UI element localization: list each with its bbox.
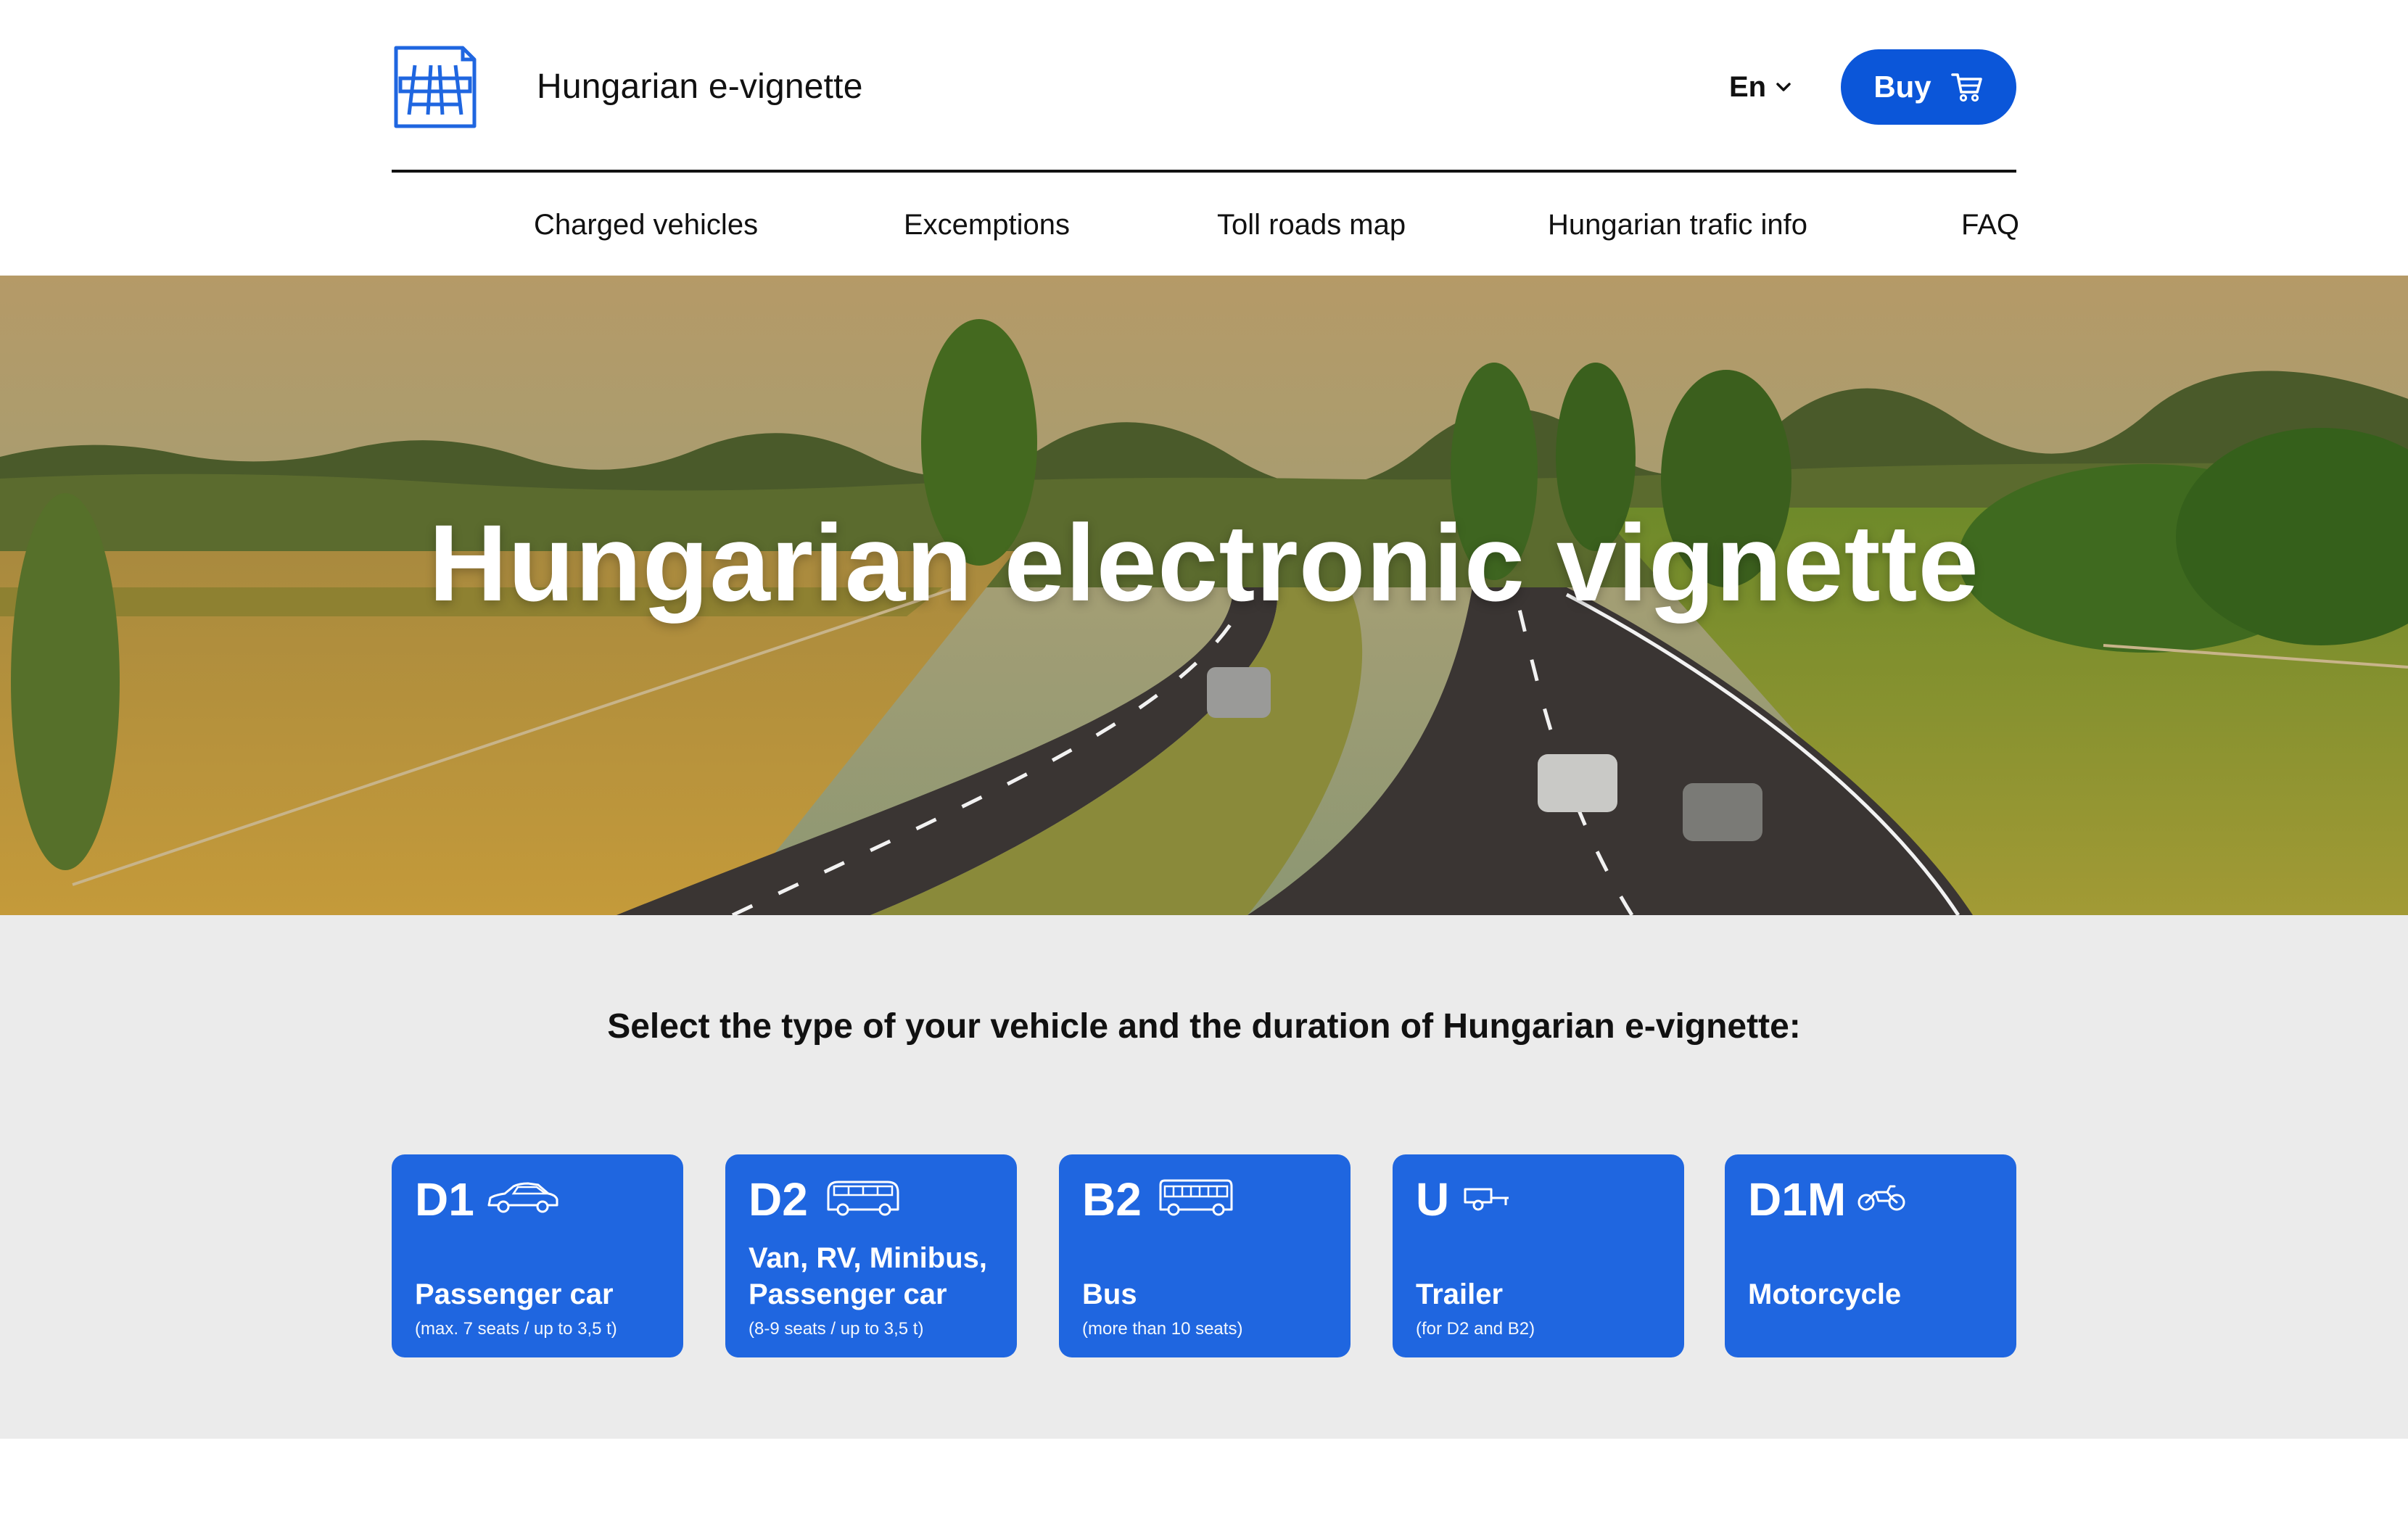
vehicle-description: (for D2 and B2) — [1416, 1319, 1535, 1339]
vehicle-description: (max. 7 seats / up to 3,5 t) — [415, 1319, 617, 1339]
header-divider — [392, 170, 2016, 173]
vehicle-code: D1 — [415, 1173, 474, 1225]
vehicle-card-u[interactable]: U Trailer (for D2 and B2) — [1393, 1154, 1684, 1357]
vehicle-description: (8-9 seats / up to 3,5 t) — [749, 1319, 924, 1339]
nav-item-charged-vehicles[interactable]: Charged vehicles — [534, 203, 758, 247]
vehicle-selection-section: Select the type of your vehicle and the … — [0, 915, 2408, 1439]
buy-button[interactable]: Buy — [1841, 49, 2016, 125]
vehicle-card-d2[interactable]: D2 Van, RV, Minibus, Passenger car (8-9 … — [725, 1154, 1017, 1357]
brand-title[interactable]: Hungarian e-vignette — [537, 64, 863, 110]
selection-title: Select the type of your vehicle and the … — [607, 1007, 1801, 1046]
buy-button-label: Buy — [1873, 70, 1931, 104]
vehicle-name: Trailer — [1416, 1278, 1504, 1310]
main-nav: Charged vehicles Excemptions Toll roads … — [392, 203, 2019, 247]
vehicle-code: D2 — [749, 1173, 808, 1225]
language-selector[interactable]: En — [1729, 64, 1794, 110]
vehicle-card-b2[interactable]: B2 Bus (more than 10 seats) — [1059, 1154, 1351, 1357]
language-label: En — [1729, 70, 1767, 103]
vehicle-card-d1[interactable]: D1 Passenger car (max. 7 seats / up to 3… — [392, 1154, 683, 1357]
vehicle-card-d1m[interactable]: D1M Motorcycle — [1725, 1154, 2016, 1357]
vehicle-name: Motorcycle — [1748, 1278, 1902, 1310]
motorway-logo-icon[interactable] — [390, 42, 480, 132]
nav-item-faq[interactable]: FAQ — [1961, 203, 2019, 247]
vehicle-code: U — [1416, 1173, 1450, 1225]
hero-banner: Hungarian electronic vignette — [0, 276, 2408, 915]
bus-icon — [1159, 1179, 1233, 1216]
nav-item-traffic-info[interactable]: Hungarian trafic info — [1548, 203, 1807, 247]
vehicle-code: D1M — [1748, 1173, 1847, 1225]
nav-item-toll-roads-map[interactable]: Toll roads map — [1217, 203, 1406, 247]
car-icon — [487, 1182, 558, 1213]
vehicle-code: B2 — [1082, 1173, 1142, 1225]
vehicle-name: Passenger car — [415, 1278, 614, 1310]
trailer-icon — [1464, 1188, 1509, 1211]
vehicle-description: (more than 10 seats) — [1082, 1319, 1243, 1339]
vehicle-name: Van, RV, Minibus, Passenger car — [749, 1242, 987, 1310]
van-icon — [827, 1181, 899, 1216]
nav-item-excemptions[interactable]: Excemptions — [904, 203, 1070, 247]
chevron-down-icon — [1776, 83, 1791, 91]
site-header: Hungarian e-vignette En Buy Charged vehi… — [0, 0, 2408, 276]
hero-title: Hungarian electronic vignette — [429, 502, 1979, 624]
cart-icon — [1950, 73, 1982, 102]
vehicle-name: Bus — [1082, 1278, 1137, 1310]
motorcycle-icon — [1857, 1185, 1905, 1211]
